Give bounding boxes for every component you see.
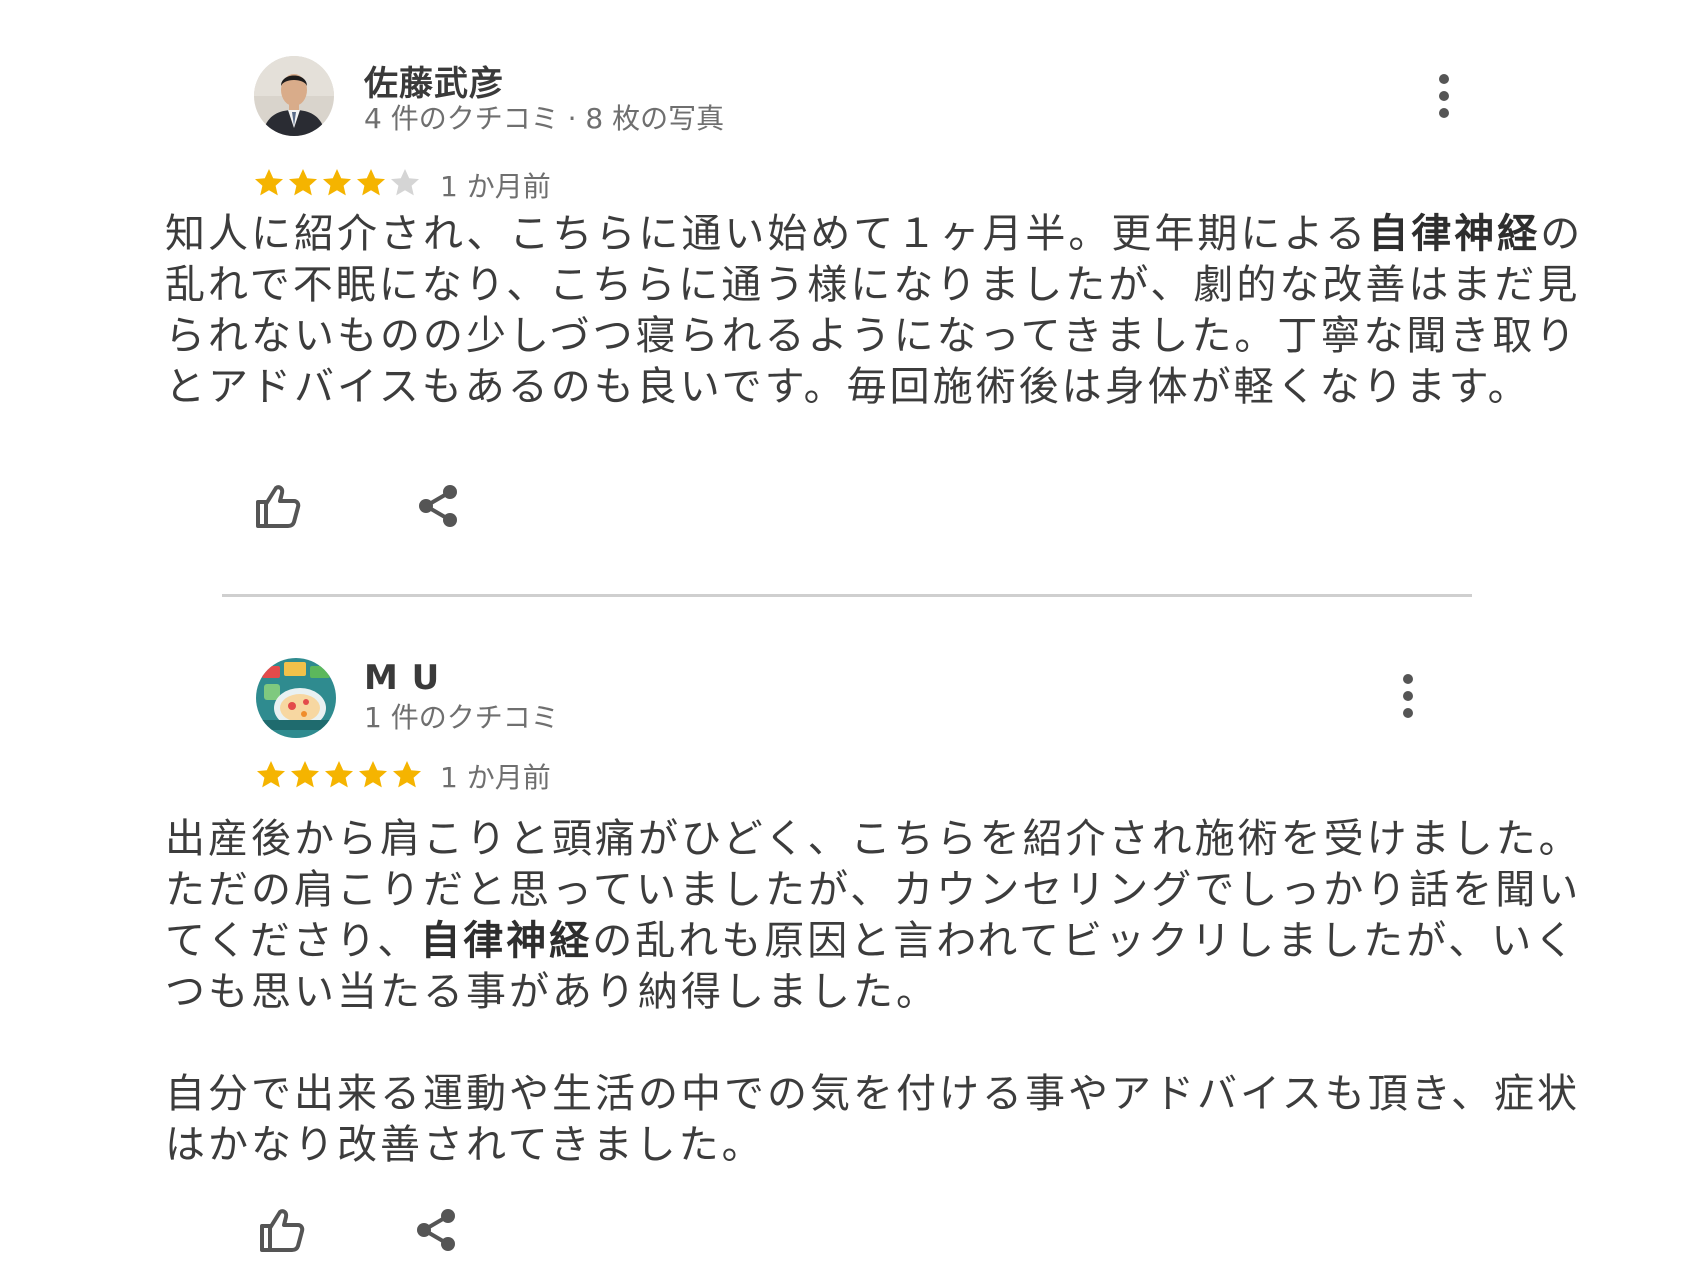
more-vertical-icon — [1403, 674, 1413, 718]
thumbs-up-icon — [256, 485, 301, 528]
star-filled-icon — [255, 169, 283, 196]
more-vertical-icon — [1439, 74, 1449, 118]
like-button[interactable] — [252, 480, 304, 532]
star-filled-icon — [393, 761, 421, 788]
star-rating — [252, 166, 422, 200]
review-time: 1 か月前 — [440, 170, 551, 203]
review-keyword: 自律神経 — [1368, 211, 1541, 257]
reviewer-avatar[interactable] — [256, 658, 336, 738]
review-keyword: 自律神経 — [420, 918, 593, 964]
star-filled-icon — [323, 169, 351, 196]
star-filled-icon — [289, 169, 317, 196]
more-options-button[interactable] — [1424, 66, 1464, 126]
more-options-button[interactable] — [1388, 666, 1428, 726]
star-filled-icon — [325, 761, 353, 788]
food-illustration-icon — [256, 658, 336, 738]
like-button[interactable] — [256, 1204, 308, 1256]
share-icon — [417, 1209, 455, 1251]
review-card: M U 1 件のクチコミ 1 か月前 出産後から肩こりと頭痛がひどく、こちらを紹… — [0, 600, 1707, 1280]
reviewer-name[interactable]: M U — [364, 658, 440, 698]
review-text-part: 知人に紹介され、こちらに通い始めて１ヶ月半。更年期による — [165, 211, 1369, 257]
thumbs-up-icon — [260, 1209, 305, 1252]
star-filled-icon — [291, 761, 319, 788]
reviewer-avatar[interactable] — [254, 56, 334, 136]
star-empty-icon — [391, 169, 419, 196]
star-filled-icon — [357, 169, 385, 196]
portrait-photo-icon — [254, 56, 334, 136]
review-time: 1 か月前 — [440, 761, 551, 794]
star-filled-icon — [359, 761, 387, 788]
review-card: 佐藤武彦 4 件のクチコミ · 8 枚の写真 1 か月前 知人に紹介され、こちら… — [0, 0, 1707, 590]
review-divider — [222, 594, 1472, 597]
review-text: 出産後から肩こりと頭痛がひどく、こちらを紹介され施術を受けました。ただの肩こりだ… — [165, 814, 1585, 1171]
share-icon — [419, 485, 457, 527]
share-button[interactable] — [410, 1204, 462, 1256]
share-button[interactable] — [412, 480, 464, 532]
review-text: 知人に紹介され、こちらに通い始めて１ヶ月半。更年期による自律神経の乱れで不眠にな… — [165, 209, 1585, 413]
reviewer-meta: 1 件のクチコミ — [364, 701, 559, 734]
reviewer-meta: 4 件のクチコミ · 8 枚の写真 — [364, 102, 725, 135]
star-rating — [254, 758, 424, 792]
star-filled-icon — [257, 761, 285, 788]
